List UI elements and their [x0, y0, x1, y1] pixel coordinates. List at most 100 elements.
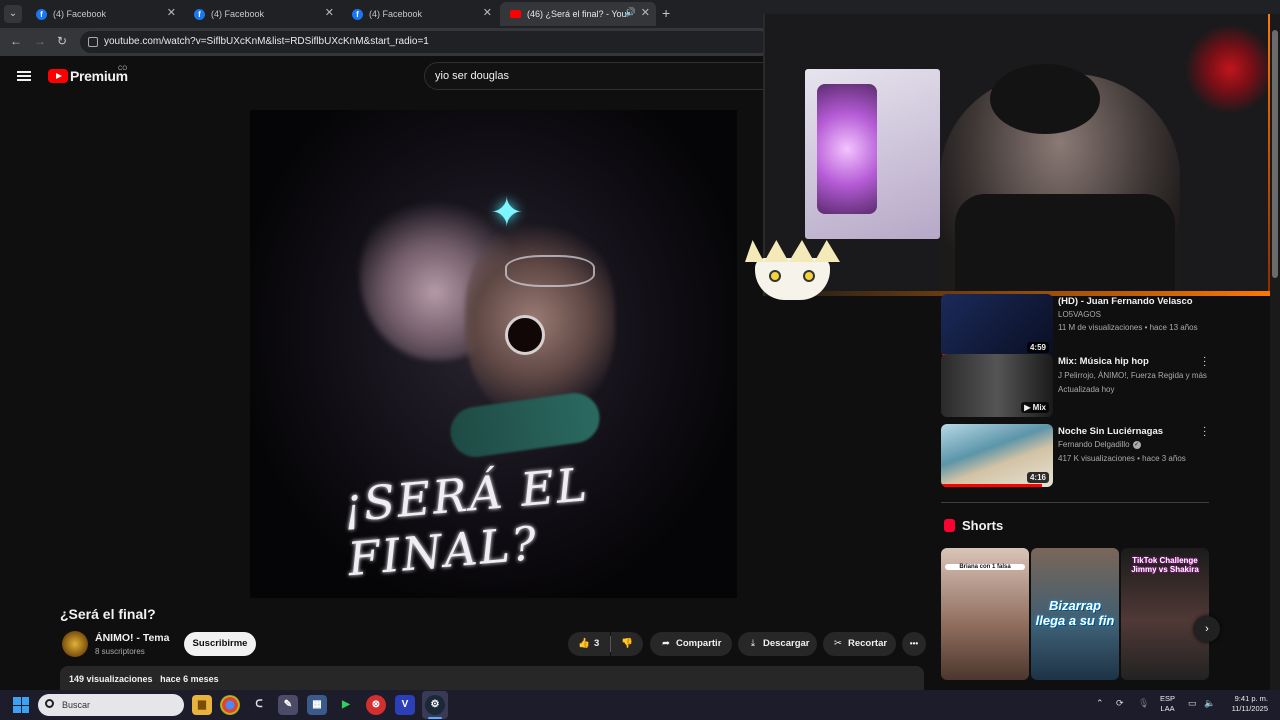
close-tab-icon[interactable]: ✕ — [325, 6, 334, 19]
tab-title: (46) ¿Será el final? - YouTube — [527, 9, 627, 19]
calculator-icon[interactable]: ▦ — [307, 695, 327, 715]
facebook-icon: f — [36, 8, 47, 20]
subscriber-count: 8 suscriptores — [95, 647, 145, 656]
album-art-glasses — [505, 255, 595, 287]
short-card[interactable]: Bizarrap llega a su fin — [1031, 548, 1119, 680]
clock-time: 9:41 p. m. — [1234, 694, 1268, 703]
channel-name[interactable]: Fernando Delgadillo ✓ — [1058, 440, 1141, 449]
like-count: 3 — [594, 638, 600, 649]
album-art-face — [465, 220, 615, 420]
new-tab-button[interactable]: + — [662, 5, 670, 21]
verified-icon: ✓ — [1132, 440, 1141, 449]
channel-avatar[interactable] — [62, 631, 88, 657]
page-scrollbar-thumb[interactable] — [1272, 30, 1278, 278]
short-caption: TikTok Challenge Jimmy vs Shakira — [1131, 556, 1199, 574]
more-options-icon[interactable]: · · · — [1203, 353, 1206, 371]
sparkle-icon: ✦ — [490, 191, 524, 235]
download-button[interactable]: ⤓ Descargar — [738, 632, 817, 656]
webcam-streamer-hair — [990, 64, 1100, 134]
recommendation-item[interactable]: 4:59 (HD) - Juan Fernando Velasco LO5VAG… — [941, 294, 1211, 359]
youtube-icon — [510, 10, 521, 18]
youtube-logo-icon[interactable] — [48, 69, 68, 83]
channel-name[interactable]: LO5VAGOS — [1058, 310, 1101, 319]
album-art-title: ¡SERÁ EL FINAL? — [340, 457, 591, 587]
show-hidden-icons-icon[interactable]: ⌃ — [1096, 698, 1104, 709]
chrome-icon[interactable] — [220, 695, 240, 715]
mascot-eye — [769, 270, 781, 282]
facebook-icon: f — [194, 8, 205, 20]
system-clock[interactable]: 9:41 p. m. 11/11/2025 — [1222, 694, 1268, 714]
video-duration: 4:16 — [1026, 472, 1049, 483]
browser-tab[interactable]: f (4) Facebook ✕ — [184, 2, 340, 26]
network-icon[interactable]: ▭ — [1188, 698, 1197, 709]
more-options-icon[interactable]: · · · — [1203, 423, 1206, 441]
share-button[interactable]: ➦ Compartir — [650, 632, 732, 656]
tab-search-button[interactable]: ⌄ — [4, 5, 22, 23]
blood-splatter-decoration — [1185, 24, 1275, 114]
play-icon[interactable]: ▶ — [336, 695, 356, 715]
app-icon[interactable]: ᑕ — [249, 695, 269, 715]
clip-button[interactable]: ✂ Recortar — [823, 632, 896, 656]
webcam-pc-lights — [817, 84, 877, 214]
sync-icon[interactable]: ⟳ — [1116, 698, 1124, 709]
vegas-icon[interactable]: V — [395, 695, 415, 715]
mascot-crown — [745, 240, 840, 262]
close-tab-icon[interactable]: ✕ — [641, 6, 650, 19]
volume-icon[interactable]: 🔈 — [1204, 698, 1215, 709]
video-player[interactable]: ✦ ¡SERÁ EL FINAL? — [250, 110, 737, 598]
channel-name-main[interactable]: ÁNIMO! - Tema — [95, 632, 169, 644]
shorts-next-button[interactable]: › — [1194, 616, 1220, 642]
short-card[interactable]: TikTok Challenge Jimmy vs Shakira — [1121, 548, 1209, 680]
video-title[interactable]: (HD) - Juan Fernando Velasco — [1058, 296, 1198, 308]
scissors-icon: ✂ — [834, 638, 842, 649]
forward-arrow-icon[interactable]: → — [34, 34, 46, 48]
close-tab-icon[interactable]: ✕ — [167, 6, 176, 19]
address-bar[interactable]: youtube.com/watch?v=SiflbUXcKnM&list=RDS… — [80, 31, 770, 53]
search-input[interactable]: yio ser douglas — [424, 62, 784, 90]
clock-date: 11/11/2025 — [1231, 704, 1268, 713]
back-arrow-icon[interactable]: ← — [10, 34, 22, 48]
like-button[interactable]: 👍 3 — [568, 632, 610, 656]
video-title[interactable]: Noche Sin Luciérnagas — [1058, 426, 1198, 438]
search-query: yio ser douglas — [435, 70, 509, 82]
editor-icon[interactable]: ✎ — [278, 695, 298, 715]
microphone-icon[interactable]: 🎙 — [1138, 698, 1149, 709]
browser-tab[interactable]: f (4) Facebook ✕ — [26, 2, 182, 26]
channel-name[interactable]: J Pelirrojo, ÁNIMO!, Fuerza Regida y más — [1058, 371, 1207, 380]
search-icon — [45, 699, 54, 708]
taskbar-search-placeholder: Buscar — [62, 700, 91, 710]
windows-start-icon[interactable] — [13, 697, 29, 713]
video-duration: 4:59 — [1026, 342, 1049, 353]
speaker-icon[interactable]: 🔊 — [625, 7, 636, 18]
tab-title: (4) Facebook — [53, 9, 107, 19]
close-tab-icon[interactable]: ✕ — [483, 6, 492, 19]
description-box[interactable]: 149 visualizaciones hace 6 meses — [60, 666, 924, 690]
video-thumbnail[interactable]: 4:59 — [941, 294, 1053, 357]
taskbar-search-input[interactable]: Buscar — [38, 694, 184, 716]
recommendation-item[interactable]: 4:16 Noche Sin Luciérnagas Fernando Delg… — [941, 423, 1211, 489]
app-red-icon[interactable]: ⊗ — [366, 695, 386, 715]
dislike-button[interactable]: 👎 — [611, 632, 643, 656]
reload-icon[interactable]: ↻ — [57, 34, 67, 48]
site-info-icon[interactable] — [88, 37, 98, 47]
browser-tab-active[interactable]: (46) ¿Será el final? - YouTube 🔊 ✕ — [500, 2, 656, 26]
steam-icon[interactable]: ⚙ — [425, 695, 445, 715]
section-divider — [941, 502, 1209, 503]
language-indicator[interactable]: ESP LAA — [1160, 694, 1175, 714]
recommendation-item[interactable]: ▶ Mix Mix: Música hip hop J Pelirrojo, Á… — [941, 353, 1211, 419]
subscribe-button[interactable]: Suscribirme — [184, 632, 256, 656]
video-meta: Actualizada hoy — [1058, 385, 1115, 394]
crown-mascot-icon — [745, 240, 840, 300]
mix-thumbnail[interactable]: ▶ Mix — [941, 354, 1053, 417]
menu-icon[interactable] — [17, 71, 31, 81]
file-explorer-icon[interactable]: ▆ — [192, 695, 212, 715]
short-card[interactable]: Briana con 1 falsa — [941, 548, 1029, 680]
share-icon: ➦ — [662, 638, 670, 649]
video-meta: 11 M de visualizaciones • hace 13 años — [1058, 323, 1198, 332]
browser-tab[interactable]: f (4) Facebook ✕ — [342, 2, 498, 26]
more-actions-button[interactable]: ••• — [902, 632, 926, 656]
mix-label: Mix — [1032, 403, 1046, 412]
video-title[interactable]: Mix: Música hip hop — [1058, 356, 1198, 368]
publish-date: hace 6 meses — [160, 674, 219, 684]
video-thumbnail[interactable]: 4:16 — [941, 424, 1053, 487]
